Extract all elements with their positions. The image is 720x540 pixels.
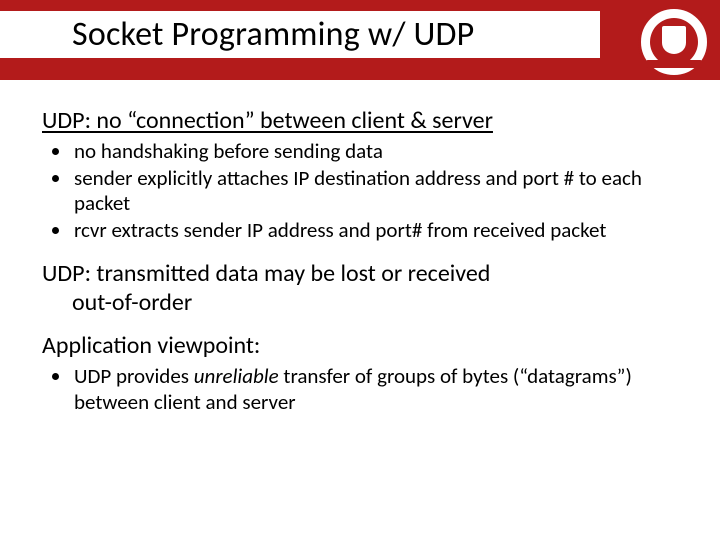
title-bar: Socket Programming w/ UDP — [0, 0, 720, 80]
list-item: rcvr extracts sender IP address and port… — [72, 218, 678, 244]
university-seal-icon — [638, 6, 710, 78]
seal-band — [646, 60, 702, 68]
section-udp-loss: UDP: transmitted data may be lost or rec… — [42, 259, 678, 317]
bullet-text-prefix: UDP provides — [74, 363, 194, 389]
heading-app-viewpoint: Application viewpoint: — [42, 331, 678, 360]
seal-shield-icon — [662, 26, 686, 54]
page-title: Socket Programming w/ UDP — [0, 11, 600, 58]
list-item: UDP provides unreliable transfer of grou… — [72, 364, 678, 415]
slide: Socket Programming w/ UDP UDP: no “conne… — [0, 0, 720, 540]
heading-udp-loss-cont: out-of-order — [72, 288, 678, 317]
section-app-viewpoint-bullets: UDP provides unreliable transfer of grou… — [42, 364, 678, 415]
bullet-list-udp-no-connection: no handshaking before sending data sende… — [72, 139, 678, 243]
section-udp-no-connection: UDP: no “connection” between client & se… — [42, 106, 678, 243]
bullet-text-em: unreliable — [194, 363, 279, 389]
content-area: UDP: no “connection” between client & se… — [42, 106, 678, 417]
heading-udp-loss: UDP: transmitted data may be lost or rec… — [42, 259, 678, 288]
section-app-viewpoint: Application viewpoint: — [42, 331, 678, 360]
bullet-list-app-viewpoint: UDP provides unreliable transfer of grou… — [72, 364, 678, 415]
heading-udp-no-connection: UDP: no “connection” between client & se… — [42, 106, 678, 135]
list-item: no handshaking before sending data — [72, 139, 678, 165]
list-item: sender explicitly attaches IP destinatio… — [72, 166, 678, 217]
